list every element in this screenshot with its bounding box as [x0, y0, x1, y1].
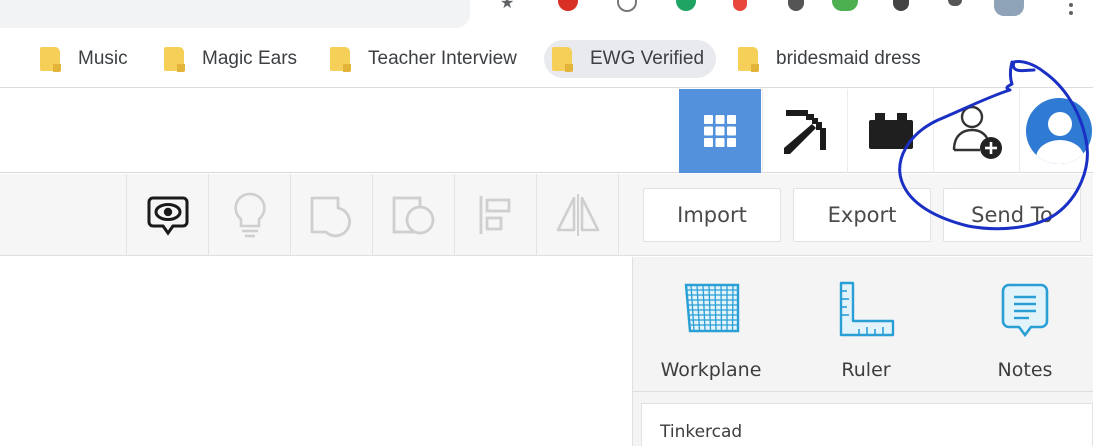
grid-view-button[interactable] [679, 89, 761, 173]
bookmark-star-icon[interactable]: ★ [498, 0, 518, 12]
bookmark-music[interactable]: Music [32, 40, 140, 78]
extension-icon-grey[interactable] [893, 0, 909, 11]
bookmark-label: EWG Verified [590, 48, 705, 69]
show-all-icon [147, 196, 188, 236]
lightbulb-icon [233, 192, 266, 238]
shapes-library-card[interactable]: Tinkercad [641, 403, 1093, 446]
extension-icon-multicolor[interactable] [832, 0, 858, 11]
extension-icon-arrow[interactable] [948, 0, 962, 6]
workplane-tool[interactable]: Workplane [641, 257, 781, 391]
ruler-label: Ruler [841, 359, 891, 381]
add-user-icon [952, 105, 1002, 159]
bookmark-magic-ears[interactable]: Magic Ears [156, 40, 309, 78]
profile-extension-icon[interactable] [994, 0, 1024, 16]
address-bar[interactable] [0, 0, 470, 28]
avatar-icon [1025, 98, 1092, 164]
notes-tool[interactable]: Notes [955, 257, 1093, 391]
folder-icon [40, 47, 61, 72]
ruler-tool[interactable]: Ruler [796, 257, 936, 391]
invite-user-button[interactable] [933, 89, 1019, 173]
align-icon [479, 196, 510, 234]
user-avatar-button[interactable] [1019, 89, 1093, 173]
browser-extension-bar: ★ [0, 0, 1093, 30]
bookmark-label: bridesmaid dress [776, 48, 921, 69]
ungroup-icon [392, 196, 434, 235]
notes-icon [1001, 283, 1049, 338]
pickaxe-icon [783, 110, 826, 154]
align-button[interactable] [454, 174, 536, 256]
show-all-button[interactable] [126, 174, 208, 256]
group-button[interactable] [290, 174, 372, 256]
workplane-icon [684, 283, 740, 333]
import-button[interactable]: Import [643, 188, 781, 242]
bookmark-ewg-verified[interactable]: EWG Verified [544, 40, 717, 78]
lego-bricks-button[interactable] [847, 89, 933, 173]
app-top-bar [0, 89, 1093, 173]
minecraft-view-button[interactable] [762, 89, 846, 173]
group-icon [310, 196, 351, 238]
folder-icon [552, 47, 573, 72]
panel-divider [633, 391, 1093, 392]
extension-icon-green[interactable] [676, 0, 696, 11]
folder-icon [738, 47, 759, 72]
briefcase-icon [868, 113, 913, 149]
send-to-button[interactable]: Send To [943, 188, 1081, 242]
bookmark-teacher-interview[interactable]: Teacher Interview [322, 40, 529, 78]
bookmark-label: Music [78, 48, 128, 69]
ungroup-button[interactable] [372, 174, 454, 256]
bookmark-label: Magic Ears [202, 48, 298, 69]
extension-icon-dark[interactable] [788, 0, 804, 11]
mirror-icon [556, 194, 599, 236]
shapes-library-title: Tinkercad [660, 422, 743, 442]
extension-icon-pin[interactable] [733, 0, 747, 11]
edit-toolbar: Import Export Send To [0, 174, 1093, 256]
workplane-label: Workplane [660, 359, 762, 381]
workplane-canvas[interactable] [0, 257, 632, 446]
folder-icon [164, 47, 185, 72]
right-side-panel: Workplane Ruler Notes Tinkercad [632, 257, 1093, 446]
folder-icon [330, 47, 351, 72]
notes-label: Notes [997, 359, 1053, 381]
ruler-icon [839, 281, 895, 337]
extension-icon-red[interactable] [558, 0, 578, 11]
mirror-button[interactable] [536, 174, 618, 256]
export-button[interactable]: Export [793, 188, 931, 242]
more-menu-icon[interactable] [1068, 0, 1074, 15]
bookmark-label: Teacher Interview [368, 48, 517, 69]
bookmarks-bar: Music Magic Ears Teacher Interview EWG V… [0, 30, 1093, 88]
grid-view-icon [704, 115, 736, 147]
show-hidden-button[interactable] [208, 174, 290, 256]
bookmark-bridesmaid-dress[interactable]: bridesmaid dress [730, 40, 933, 78]
extension-icon-page[interactable] [617, 0, 637, 12]
